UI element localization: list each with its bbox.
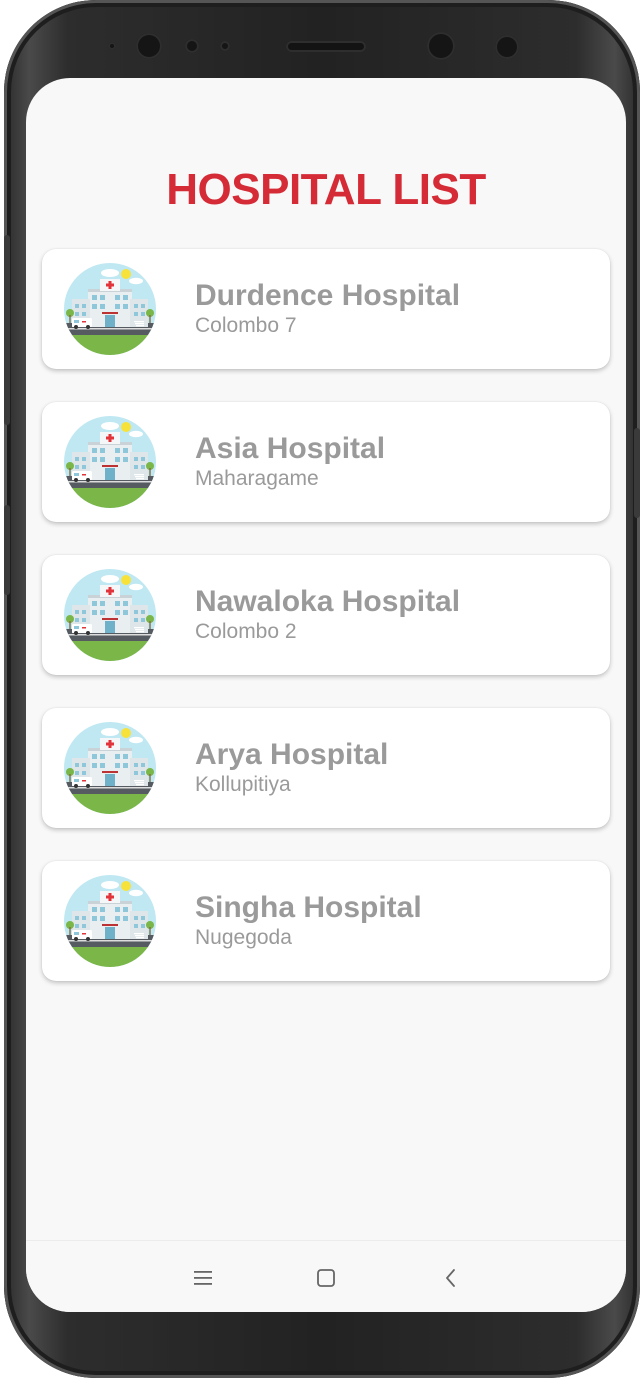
hospital-card[interactable]: Arya Hospital Kollupitiya [42, 708, 610, 828]
hospital-name: Nawaloka Hospital [195, 585, 461, 618]
hospital-card[interactable]: Singha Hospital Nugegoda [42, 861, 610, 981]
sensor-icon [185, 39, 199, 53]
phone-frame: HOSPITAL LIST Durdence Hospital Colombo … [4, 0, 640, 1378]
iris-sensor-icon [495, 35, 519, 59]
hospital-name: Asia Hospital [195, 432, 386, 465]
hospital-card[interactable]: Asia Hospital Maharagame [42, 402, 610, 522]
page-title: HOSPITAL LIST [166, 165, 486, 214]
hospital-location: Colombo 2 [195, 620, 297, 643]
volume-button [4, 235, 10, 425]
sensor-icon [220, 41, 230, 51]
back-icon [446, 1269, 455, 1287]
hospital-building-icon [64, 569, 156, 661]
bixby-button [4, 505, 10, 595]
hospital-location: Nugegoda [195, 926, 292, 949]
iris-camera-icon [427, 32, 455, 60]
hospital-location: Colombo 7 [195, 314, 297, 337]
home-button[interactable] [306, 1261, 346, 1295]
hospital-building-icon [64, 722, 156, 814]
proximity-sensor-icon [108, 42, 116, 50]
app-screen: HOSPITAL LIST Durdence Hospital Colombo … [26, 78, 626, 1312]
hospital-name: Durdence Hospital [195, 279, 461, 312]
hospital-building-icon [64, 263, 156, 355]
power-button [634, 428, 640, 518]
recent-apps-icon [194, 1271, 212, 1285]
front-camera-icon [136, 33, 162, 59]
hospital-card[interactable]: Durdence Hospital Colombo 7 [42, 249, 610, 369]
hospital-location: Maharagame [195, 467, 319, 490]
home-icon [317, 1269, 335, 1287]
hospital-card[interactable]: Nawaloka Hospital Colombo 2 [42, 555, 610, 675]
hospital-building-icon [64, 875, 156, 967]
hospital-location: Kollupitiya [195, 773, 291, 796]
earpiece-speaker [286, 41, 366, 52]
hospital-building-icon [64, 416, 156, 508]
recent-apps-button[interactable] [183, 1261, 223, 1295]
hospital-name: Singha Hospital [195, 891, 422, 924]
back-button[interactable] [431, 1261, 471, 1295]
hospital-name: Arya Hospital [195, 738, 389, 771]
system-navigation-bar [26, 1240, 626, 1312]
